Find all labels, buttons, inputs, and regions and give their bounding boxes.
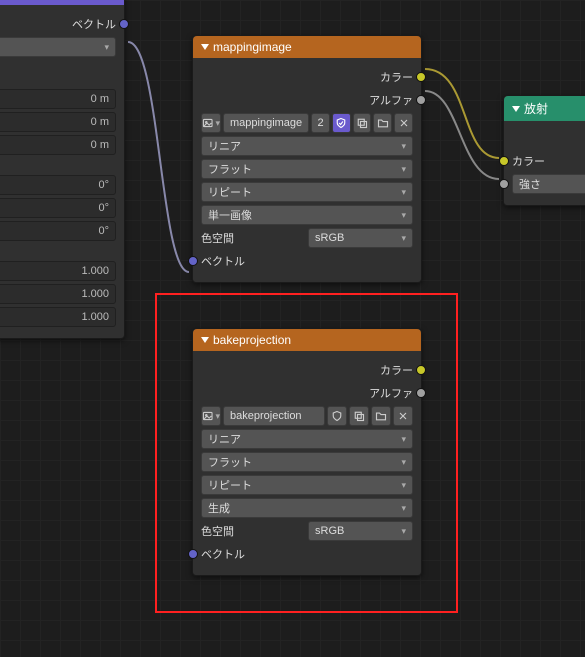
emission-node[interactable]: 放射 カラー 強さ (503, 95, 585, 206)
source-select[interactable]: 単一画像▾ (201, 205, 413, 225)
loc-x[interactable]: 0 m (0, 89, 116, 109)
node-header[interactable]: bakeprojection (193, 329, 421, 351)
close-icon (397, 410, 409, 422)
new-image-button[interactable] (353, 113, 372, 133)
node-title: mappingimage (213, 40, 292, 54)
scale-z[interactable]: 1.000 (0, 307, 116, 327)
color-input-label: カラー (512, 153, 545, 169)
close-icon (398, 117, 410, 129)
alpha-output-socket[interactable] (416, 95, 426, 105)
open-image-button[interactable] (371, 406, 391, 426)
folder-icon (375, 410, 387, 422)
strength-field[interactable]: 強さ (512, 174, 585, 194)
image-name-field[interactable]: mappingimage (223, 113, 309, 133)
scale-x[interactable]: 1.000 (0, 261, 116, 281)
alpha-output-socket[interactable] (416, 388, 426, 398)
alpha-output-label: アルファ (369, 385, 413, 401)
duplicate-icon (356, 117, 368, 129)
fake-user-button[interactable] (327, 406, 347, 426)
rot-x[interactable]: 0° (0, 175, 116, 195)
rot-z[interactable]: 0° (0, 221, 116, 241)
source-select[interactable]: 生成▾ (201, 498, 413, 518)
vector-input-socket[interactable] (188, 256, 198, 266)
node-header[interactable]: 放射 (504, 96, 585, 121)
colorspace-label: 色空間 (201, 230, 234, 246)
node-title: 放射 (524, 100, 548, 117)
color-output-label: カラー (380, 362, 413, 378)
vector-input-label: ベクトル (201, 546, 245, 562)
vector-output-socket[interactable] (119, 19, 129, 29)
image-browse-button[interactable]: ▾ (201, 113, 221, 133)
vector-input-socket[interactable] (188, 549, 198, 559)
vector-output-label: ベクトル (72, 16, 116, 32)
interpolation-select[interactable]: リニア▾ (201, 429, 413, 449)
colorspace-select[interactable]: sRGB▾ (308, 521, 413, 541)
new-image-button[interactable] (349, 406, 369, 426)
projection-select[interactable]: フラット▾ (201, 159, 413, 179)
image-name-field[interactable]: bakeprojection (223, 406, 325, 426)
rot-y[interactable]: 0° (0, 198, 116, 218)
vector-node[interactable]: ベクトル ▾ 0 m 0 m 0 m 0° 0° 0° 1.000 1.000 … (0, 0, 125, 339)
color-output-label: カラー (380, 69, 413, 85)
extension-select[interactable]: リピート▾ (201, 475, 413, 495)
vector-input-label: ベクトル (201, 253, 245, 269)
node-header[interactable]: mappingimage (193, 36, 421, 58)
color-input-socket[interactable] (499, 156, 509, 166)
unlink-button[interactable] (394, 113, 413, 133)
color-output-socket[interactable] (416, 365, 426, 375)
folder-icon (377, 117, 389, 129)
color-output-socket[interactable] (416, 72, 426, 82)
extension-select[interactable]: リピート▾ (201, 182, 413, 202)
loc-z[interactable]: 0 m (0, 135, 116, 155)
collapse-icon[interactable] (201, 44, 209, 50)
duplicate-icon (353, 410, 365, 422)
colorspace-label: 色空間 (201, 523, 234, 539)
bakeprojection-node[interactable]: bakeprojection カラー アルファ ▾ bakeprojection (192, 328, 422, 576)
image-icon (202, 117, 213, 129)
colorspace-select[interactable]: sRGB▾ (308, 228, 413, 248)
image-browse-button[interactable]: ▾ (201, 406, 221, 426)
loc-y[interactable]: 0 m (0, 112, 116, 132)
type-select[interactable]: ▾ (0, 37, 116, 57)
scale-y[interactable]: 1.000 (0, 284, 116, 304)
user-count[interactable]: 2 (311, 113, 330, 133)
node-title: bakeprojection (213, 333, 291, 347)
fake-user-button[interactable] (332, 113, 351, 133)
image-icon (202, 410, 213, 422)
collapse-icon[interactable] (512, 106, 520, 112)
unlink-button[interactable] (393, 406, 413, 426)
alpha-output-label: アルファ (369, 92, 413, 108)
shield-icon (335, 117, 347, 129)
projection-select[interactable]: フラット▾ (201, 452, 413, 472)
collapse-icon[interactable] (201, 337, 209, 343)
open-image-button[interactable] (373, 113, 392, 133)
mappingimage-node[interactable]: mappingimage カラー アルファ ▾ mappingimage 2 (192, 35, 422, 283)
shield-outline-icon (331, 410, 343, 422)
interpolation-select[interactable]: リニア▾ (201, 136, 413, 156)
strength-input-socket[interactable] (499, 179, 509, 189)
